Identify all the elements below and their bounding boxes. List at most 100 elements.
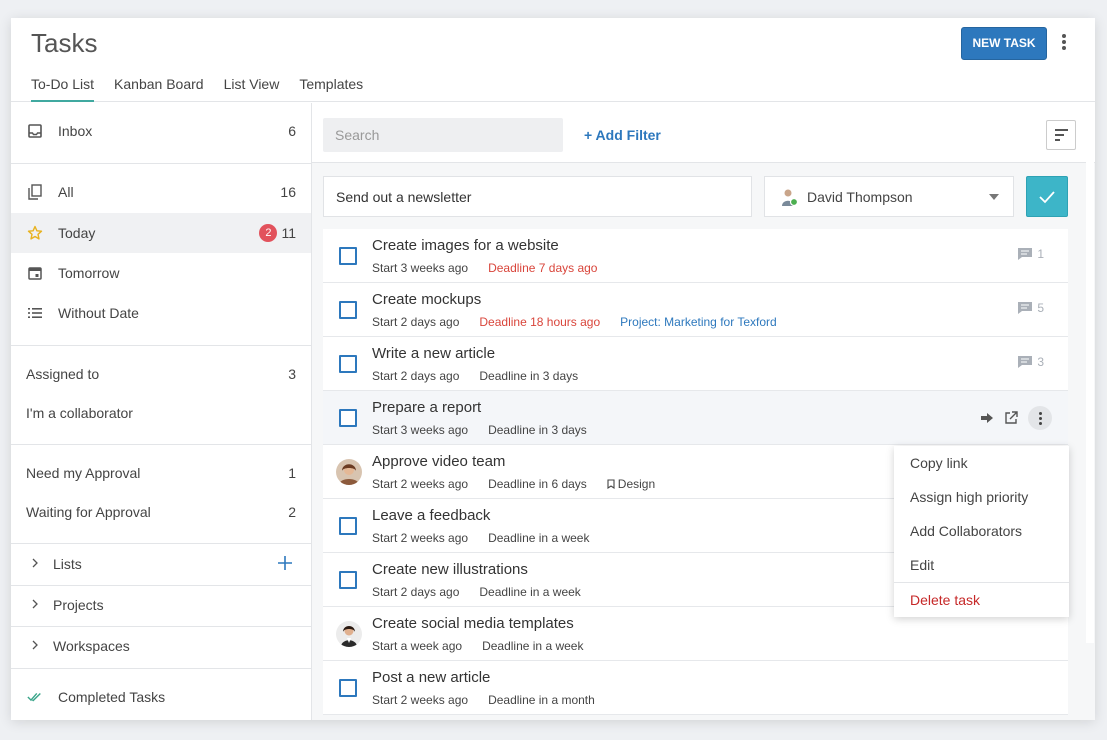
tab-list-view[interactable]: List View (224, 76, 280, 102)
task-title: Create social media templates (372, 615, 574, 632)
search-input[interactable] (323, 118, 563, 152)
comment-count-value: 5 (1037, 301, 1044, 315)
sidebar-item-workspaces[interactable]: Workspaces (11, 626, 311, 666)
sidebar-item-label: Completed Tasks (58, 689, 166, 705)
comment-count[interactable]: 1 (1017, 247, 1044, 261)
task-row[interactable]: Create mockups Start 2 days ago Deadline… (323, 283, 1068, 337)
sidebar-item-without-date[interactable]: Without Date (11, 293, 311, 333)
sidebar-item-collaborator[interactable]: I'm a collaborator (11, 393, 311, 433)
scrollbar-thumb[interactable] (1086, 103, 1094, 643)
sidebar-item-tomorrow[interactable]: Tomorrow (11, 253, 311, 293)
task-row[interactable]: Post a new article Start 2 weeks ago Dea… (323, 661, 1068, 715)
comment-icon (1018, 356, 1033, 368)
notification-badge: 2 (259, 224, 278, 242)
sort-icon[interactable] (1046, 120, 1076, 150)
task-row[interactable]: Prepare a report Start 3 weeks ago Deadl… (323, 391, 1068, 445)
divider (11, 668, 311, 669)
sidebar-item-label: Projects (53, 597, 104, 613)
tab-todo-list[interactable]: To-Do List (31, 76, 95, 102)
task-meta: Start 2 weeks ago Deadline in 6 days Des… (372, 477, 675, 491)
task-checkbox[interactable] (339, 679, 357, 697)
sidebar-item-label: Workspaces (53, 638, 130, 654)
sidebar-item-waiting-approval[interactable]: Waiting for Approval 2 (11, 492, 311, 532)
sidebar-item-all[interactable]: All 16 (11, 172, 311, 212)
task-start: Start 2 days ago (372, 315, 460, 329)
task-deadline: Deadline in 6 days (488, 477, 587, 491)
task-title: Create mockups (372, 291, 482, 308)
task-checkbox[interactable] (339, 247, 357, 265)
task-checkbox[interactable] (339, 355, 357, 373)
plus-icon[interactable] (277, 553, 293, 575)
add-filter-button[interactable]: + Add Filter (584, 127, 661, 143)
task-meta: Start 2 days ago Deadline 18 hours ago P… (372, 315, 797, 329)
task-checkbox[interactable] (339, 409, 357, 427)
arrow-right-icon[interactable] (980, 412, 994, 424)
sidebar-item-inbox[interactable]: Inbox 6 (11, 111, 311, 151)
sidebar-item-count: 6 (288, 123, 296, 139)
task-deadline: Deadline in a month (488, 693, 595, 707)
avatar (336, 621, 362, 647)
header: Tasks NEW TASK To-Do List Kanban Board L… (11, 18, 1095, 102)
task-title: Create new illustrations (372, 561, 528, 578)
new-task-input[interactable] (323, 176, 752, 217)
more-vertical-icon[interactable] (1028, 406, 1052, 430)
task-meta: Start 2 days ago Deadline in 3 days (372, 369, 598, 383)
comment-count[interactable]: 5 (1017, 301, 1044, 315)
task-start: Start 3 weeks ago (372, 423, 469, 437)
task-checkbox[interactable] (339, 517, 357, 535)
task-row[interactable]: Write a new article Start 2 days ago Dea… (323, 337, 1068, 391)
sidebar-item-label: Today (58, 225, 96, 241)
assignee-select[interactable]: David Thompson (764, 176, 1014, 217)
scrollbar[interactable] (1086, 103, 1094, 643)
sidebar-item-today[interactable]: Today 2 11 (11, 213, 311, 253)
task-meta: Start a week ago Deadline in a week (372, 639, 603, 653)
tab-templates[interactable]: Templates (299, 76, 363, 102)
task-project-link[interactable]: Project: Marketing for Texford (620, 315, 777, 329)
sidebar-item-projects[interactable]: Projects (11, 585, 311, 625)
chevron-right-icon (31, 598, 41, 612)
task-meta: Start 2 days ago Deadline in a week (372, 585, 601, 599)
list-icon (27, 305, 43, 321)
sidebar-item-count: 11 (281, 225, 296, 241)
sidebar-item-lists[interactable]: Lists (11, 544, 311, 584)
inbox-icon (27, 123, 43, 139)
bookmark-icon (607, 479, 615, 489)
chevron-right-icon (31, 557, 41, 571)
sidebar-item-label: Assigned to (26, 366, 100, 382)
task-actions (980, 406, 1052, 430)
task-row[interactable]: Create images for a website Start 3 week… (323, 229, 1068, 283)
sidebar-item-assigned-to[interactable]: Assigned to 3 (11, 354, 311, 394)
sidebar-item-need-approval[interactable]: Need my Approval 1 (11, 453, 311, 493)
task-meta: Start 3 weeks ago Deadline in 3 days (372, 423, 607, 437)
task-meta: Start 2 weeks ago Deadline in a week (372, 531, 609, 545)
tab-kanban-board[interactable]: Kanban Board (114, 76, 204, 102)
more-vertical-icon[interactable] (1054, 32, 1074, 56)
sidebar-item-count: 16 (280, 184, 296, 200)
assignee-name: David Thompson (807, 188, 913, 205)
task-checkbox[interactable] (339, 571, 357, 589)
divider (11, 163, 311, 164)
task-meta: Start 3 weeks ago Deadline 7 days ago (372, 261, 617, 275)
menu-item-copy-link[interactable]: Copy link (894, 446, 1069, 480)
external-link-icon[interactable] (1004, 411, 1018, 425)
task-start: Start 2 weeks ago (372, 531, 469, 545)
copy-icon (27, 184, 43, 200)
sidebar-item-completed[interactable]: Completed Tasks (11, 677, 311, 717)
task-title: Prepare a report (372, 399, 482, 416)
comment-count-value: 3 (1037, 355, 1044, 369)
avatar (779, 187, 799, 207)
task-deadline: Deadline 7 days ago (488, 261, 598, 275)
menu-item-assign-high-priority[interactable]: Assign high priority (894, 480, 1069, 514)
avatar (336, 459, 362, 485)
new-task-button[interactable]: NEW TASK (961, 27, 1047, 60)
task-meta: Start 2 weeks ago Deadline in a month (372, 693, 615, 707)
task-tag: Design (607, 477, 655, 491)
menu-item-add-collaborators[interactable]: Add Collaborators (894, 514, 1069, 548)
menu-item-edit[interactable]: Edit (894, 548, 1069, 582)
comment-count[interactable]: 3 (1017, 355, 1044, 369)
confirm-add-task-button[interactable] (1026, 176, 1068, 217)
task-checkbox[interactable] (339, 301, 357, 319)
calendar-icon (27, 265, 43, 281)
menu-item-delete-task[interactable]: Delete task (894, 582, 1069, 616)
comment-count-value: 1 (1037, 247, 1044, 261)
